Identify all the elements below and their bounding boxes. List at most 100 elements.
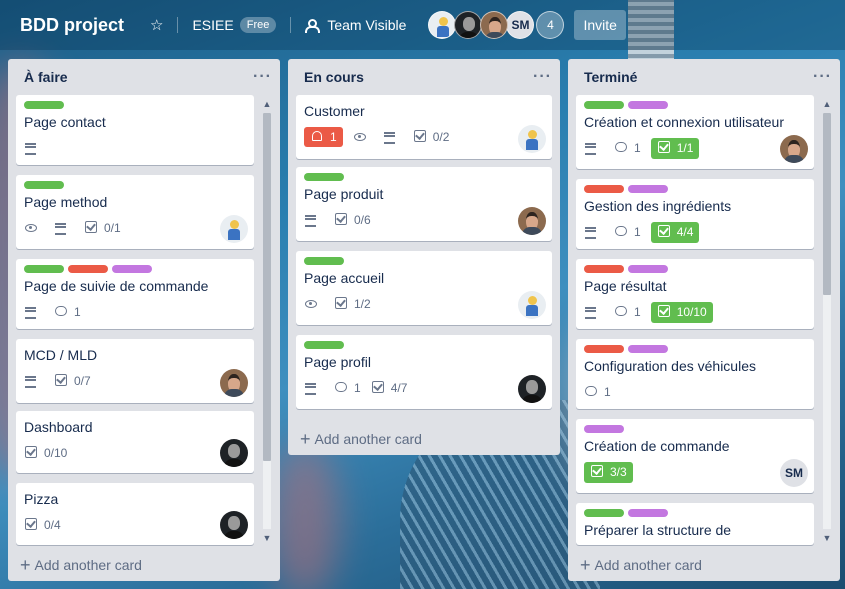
- checklist-badge: 0/2: [413, 129, 449, 145]
- scroll-thumb[interactable]: [823, 113, 831, 295]
- card[interactable]: MCD / MLD 0/7: [16, 339, 254, 403]
- list-menu-icon[interactable]: ···: [533, 68, 552, 86]
- card-title: Page résultat: [584, 278, 667, 294]
- card-member-avatar[interactable]: [518, 125, 546, 153]
- list-header: Terminé ···: [568, 59, 840, 95]
- card-labels: [584, 265, 806, 273]
- header-divider: [177, 17, 179, 33]
- comment-count: 1: [354, 381, 361, 395]
- scroll-thumb[interactable]: [263, 113, 271, 461]
- card[interactable]: Préparer la structure de: [576, 503, 814, 545]
- checklist-badge: 4/7: [371, 380, 407, 396]
- label-red: [584, 185, 624, 193]
- card-badges: 1 4/7: [304, 376, 544, 400]
- workspace-button[interactable]: ESIEE Free: [184, 11, 284, 39]
- card[interactable]: Page method 0/1: [16, 175, 254, 249]
- eye-icon: [25, 224, 37, 232]
- description-icon: [305, 382, 317, 395]
- card[interactable]: Page contact: [16, 95, 254, 165]
- member-avatar[interactable]: [480, 11, 509, 39]
- add-card-button[interactable]: + Add another card: [20, 556, 142, 574]
- description-badge: [584, 141, 604, 155]
- board-title[interactable]: BDD project: [10, 9, 134, 42]
- checklist-count: 10/10: [676, 305, 707, 319]
- team-icon: [305, 19, 321, 33]
- description-badge: [24, 141, 44, 155]
- card[interactable]: Création de commande 3/3 SM: [576, 419, 814, 493]
- list-scrollbar[interactable]: ▲ ▼: [260, 97, 274, 545]
- card-member-avatar[interactable]: [220, 511, 248, 539]
- card[interactable]: Page de suivie de commande 1: [16, 259, 254, 329]
- card[interactable]: Page profil 1 4/7: [296, 335, 552, 409]
- scroll-down-icon[interactable]: ▼: [260, 531, 274, 545]
- plus-icon: +: [300, 429, 311, 449]
- card[interactable]: Page résultat 1 10/10: [576, 259, 814, 329]
- card-title: Création et connexion utilisateur: [584, 114, 785, 130]
- checklist-icon: [657, 304, 670, 317]
- checklist-complete-badge: 1/1: [650, 137, 700, 159]
- scroll-up-icon[interactable]: ▲: [820, 97, 834, 111]
- label-green: [304, 173, 344, 181]
- scroll-up-icon[interactable]: ▲: [260, 97, 274, 111]
- card-labels: [24, 181, 246, 189]
- invite-button[interactable]: Invite: [574, 10, 626, 40]
- member-avatar[interactable]: [428, 11, 457, 39]
- description-icon: [25, 142, 37, 155]
- card-member-avatar[interactable]: [220, 439, 248, 467]
- card-title: Création de commande: [584, 438, 730, 454]
- card-labels: [24, 101, 246, 109]
- description-icon: [383, 131, 396, 144]
- checklist-icon: [335, 212, 347, 225]
- checklist-icon: [657, 224, 670, 237]
- visibility-button[interactable]: Team Visible: [297, 11, 414, 39]
- list-menu-icon[interactable]: ···: [813, 68, 832, 86]
- card[interactable]: Configuration des véhicules 1: [576, 339, 814, 409]
- scroll-down-icon[interactable]: ▼: [820, 531, 834, 545]
- add-card-button[interactable]: + Add another card: [580, 556, 702, 574]
- star-icon[interactable]: ☆: [142, 10, 171, 40]
- list-title[interactable]: À faire: [24, 69, 68, 85]
- add-card-button[interactable]: + Add another card: [300, 429, 422, 449]
- card-labels: [584, 509, 806, 517]
- label-purple: [628, 185, 668, 193]
- card-member-avatar[interactable]: [220, 215, 248, 243]
- member-avatar[interactable]: [454, 11, 483, 39]
- card[interactable]: Page produit 0/6: [296, 167, 552, 241]
- card-member-avatar[interactable]: [518, 375, 546, 403]
- comment-count: 1: [604, 385, 611, 399]
- label-purple: [628, 509, 668, 517]
- card[interactable]: Dashboard 0/10: [16, 411, 254, 473]
- checklist-icon: [25, 445, 37, 458]
- card[interactable]: Création et connexion utilisateur 1 1/1: [576, 95, 814, 169]
- checklist-icon: [591, 464, 603, 477]
- list-scrollbar[interactable]: ▲ ▼: [820, 97, 834, 545]
- board-header: BDD project ☆ ESIEE Free Team Visible SM…: [0, 0, 845, 50]
- description-icon: [25, 375, 37, 388]
- card-member-avatar[interactable]: [518, 291, 546, 319]
- card[interactable]: Pizza 0/4: [16, 483, 254, 545]
- description-icon: [585, 306, 597, 319]
- card-badges: 3/3: [584, 460, 806, 484]
- list-menu-icon[interactable]: ···: [253, 68, 272, 86]
- card-member-avatar[interactable]: [220, 369, 248, 397]
- list-title[interactable]: En cours: [304, 69, 364, 85]
- card-title: Dashboard: [24, 419, 93, 435]
- card-labels: [304, 173, 544, 181]
- card-member-avatar[interactable]: [518, 207, 546, 235]
- checklist-count: 0/7: [74, 374, 91, 388]
- member-avatar[interactable]: SM: [506, 11, 535, 39]
- checklist-badge: 0/4: [24, 517, 61, 533]
- label-green: [584, 101, 624, 109]
- card[interactable]: Page accueil 1/2: [296, 251, 552, 325]
- card[interactable]: Gestion des ingrédients 1 4/4: [576, 179, 814, 249]
- checklist-badge: 0/6: [334, 212, 371, 228]
- member-count-badge[interactable]: 4: [536, 11, 565, 39]
- checklist-icon: [371, 380, 384, 393]
- card-badges: 0/1: [24, 216, 246, 240]
- list-title[interactable]: Terminé: [584, 69, 637, 85]
- card-labels: [584, 425, 806, 433]
- eye-icon: [353, 133, 366, 141]
- card-member-avatar[interactable]: [780, 135, 808, 163]
- card-member-avatar[interactable]: SM: [780, 459, 808, 487]
- card[interactable]: Customer 1 0/2: [296, 95, 552, 159]
